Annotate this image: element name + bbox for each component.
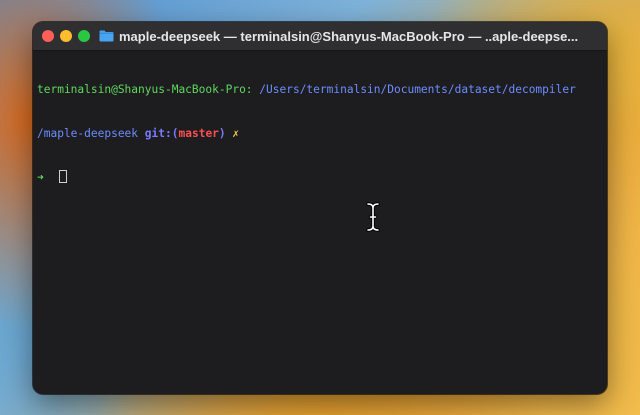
prompt-path-continued: /maple-deepseek [37, 126, 139, 140]
terminal-output[interactable]: terminalsin@Shanyus-MacBook-Pro: /Users/… [33, 51, 607, 217]
close-button[interactable] [42, 30, 54, 42]
prompt-line-2: /maple-deepseek git:(master) ✗ [37, 127, 603, 142]
minimize-button[interactable] [60, 30, 72, 42]
terminal-window[interactable]: maple-deepseek — terminalsin@Shanyus-Mac… [33, 22, 607, 394]
text-cursor [59, 170, 68, 183]
prompt-line-1: terminalsin@Shanyus-MacBook-Pro: /Users/… [37, 83, 603, 98]
window-title-container: maple-deepseek — terminalsin@Shanyus-Mac… [99, 22, 601, 50]
prompt-line-3[interactable]: ➜ [37, 170, 603, 185]
title-bar[interactable]: maple-deepseek — terminalsin@Shanyus-Mac… [33, 22, 607, 51]
prompt-path: /Users/terminalsin/Documents/dataset/dec… [252, 83, 576, 96]
git-paren-close: ) [218, 126, 226, 140]
zoom-button[interactable] [78, 30, 90, 42]
git-label: git: [144, 126, 172, 140]
prompt-user-host: terminalsin@Shanyus-MacBook-Pro: [37, 83, 253, 96]
window-title: maple-deepseek — terminalsin@Shanyus-Mac… [119, 28, 579, 44]
git-dirty-mark: ✗ [232, 126, 240, 140]
ibeam-cursor-icon [366, 202, 380, 232]
git-branch: master [178, 126, 219, 140]
folder-icon [99, 30, 114, 42]
prompt-arrow: ➜ [37, 171, 44, 184]
git-paren-open: ( [171, 126, 179, 140]
